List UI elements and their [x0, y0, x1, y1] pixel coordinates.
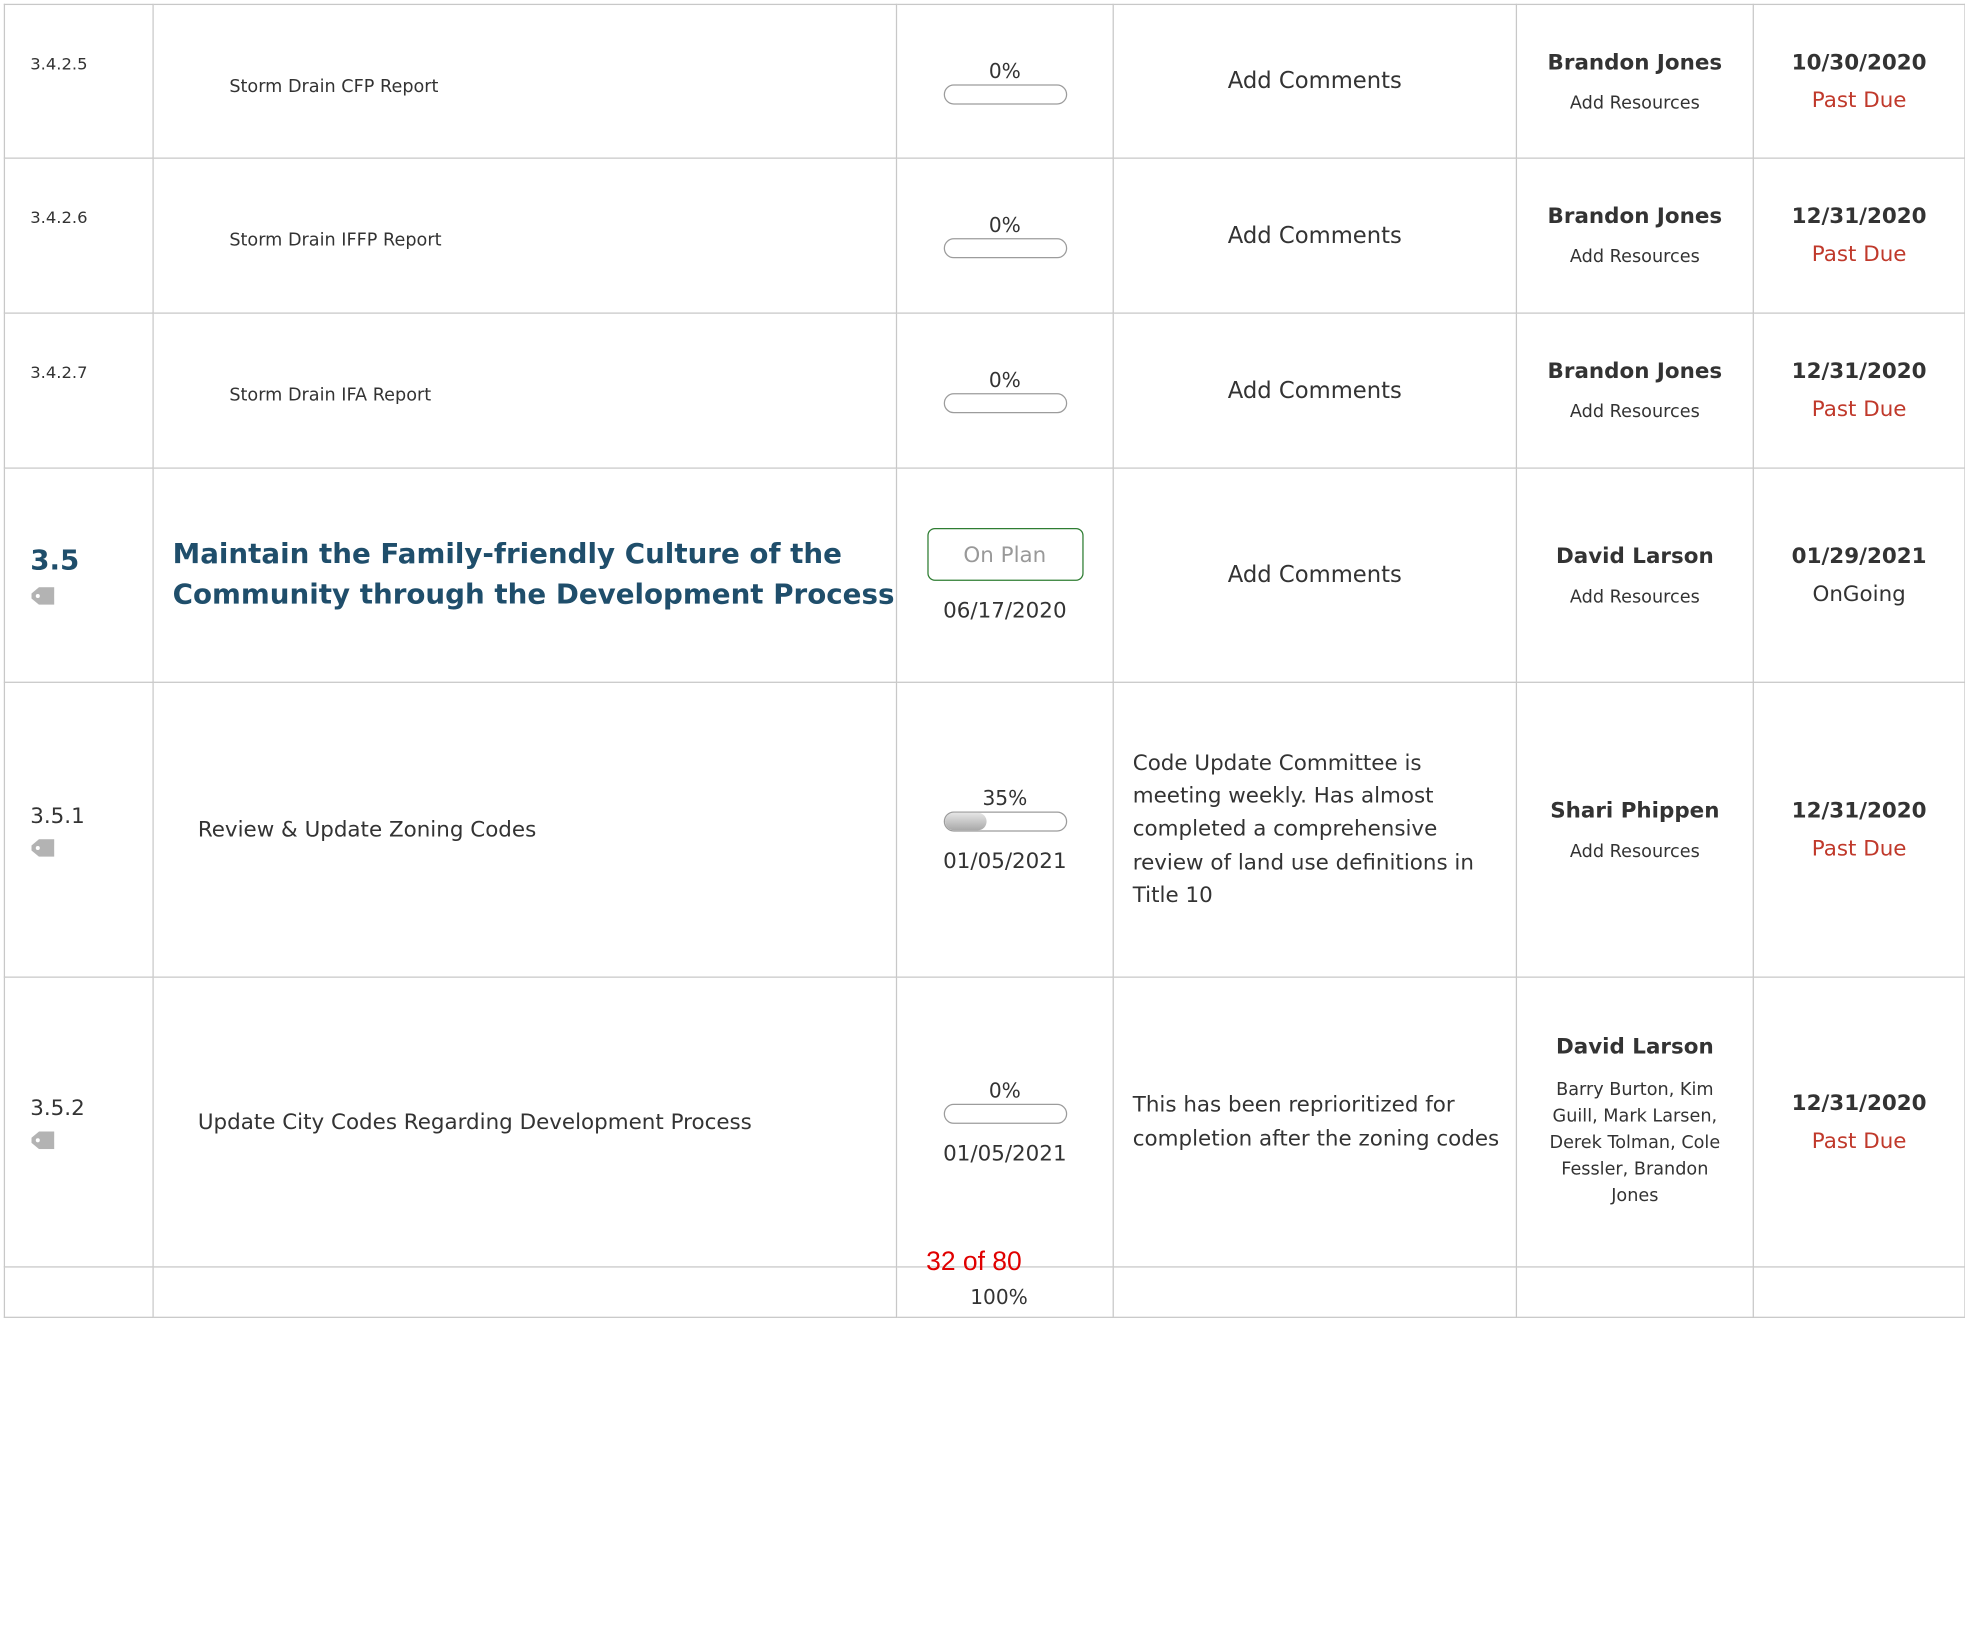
add-comments-link[interactable]: Add Comments — [1112, 3, 1518, 159]
status-cell: On Plan 06/17/2020 — [895, 467, 1114, 683]
item-title[interactable]: Storm Drain IFFP Report — [152, 157, 898, 314]
due-status: Past Due — [1811, 241, 1907, 268]
add-resources-link[interactable]: Add Resources — [1517, 247, 1753, 267]
resources-list[interactable]: Barry Burton, Kim Guill, Mark Larsen, De… — [1540, 1077, 1729, 1209]
item-number-cell: 3.5.1 — [3, 681, 154, 978]
page: 3.4.2.5 Storm Drain CFP Report 0% Add Co… — [0, 0, 1965, 1625]
item-number-cell: 3.5.2 — [3, 976, 154, 1268]
item-number: 3.4.2.5 — [3, 3, 154, 159]
progress-percent: 0% — [988, 1077, 1021, 1102]
strategic-plan-table: 3.4.2.5 Storm Drain CFP Report 0% Add Co… — [3, 3, 1965, 1318]
due-date: 12/31/2020 — [1791, 1090, 1927, 1116]
owner-cell: Shari Phippen Add Resources — [1515, 681, 1754, 978]
updated-date: 01/05/2021 — [943, 848, 1067, 874]
page-counter: 32 of 80 — [926, 1247, 1022, 1277]
item-number: 3.4.2.7 — [3, 312, 154, 469]
table-row: 3.4.2.6 Storm Drain IFFP Report 0% Add C… — [3, 157, 1965, 314]
owner-name: Shari Phippen — [1550, 798, 1720, 824]
tag-icon[interactable] — [30, 587, 55, 605]
add-comments-link[interactable]: Add Comments — [1112, 312, 1518, 469]
table-row: 3.5.1 Review & Update Zoning Codes 35% 0… — [3, 681, 1965, 978]
add-resources-link[interactable]: Add Resources — [1517, 402, 1753, 422]
owner-cell: Brandon Jones Add Resources — [1515, 157, 1754, 314]
updated-date: 06/17/2020 — [943, 597, 1067, 624]
due-cell: 01/29/2021 OnGoing — [1752, 467, 1965, 683]
due-status: Past Due — [1811, 1128, 1907, 1154]
owner-cell: David Larson Add Resources — [1515, 467, 1754, 683]
goal-number: 3.5 — [30, 545, 80, 578]
owner-name: David Larson — [1555, 543, 1714, 569]
progress-bar[interactable] — [943, 238, 1067, 259]
add-resources-link[interactable]: Add Resources — [1517, 587, 1753, 607]
tag-icon[interactable] — [30, 838, 55, 857]
progress-percent: 0% — [988, 212, 1021, 237]
due-cell: 12/31/2020 Past Due — [1752, 157, 1965, 314]
item-number: 3.5.1 — [30, 803, 85, 829]
due-cell: 10/30/2020 Past Due — [1752, 3, 1965, 159]
goal-title[interactable]: Maintain the Family-friendly Culture of … — [152, 467, 898, 683]
due-status: Past Due — [1811, 396, 1907, 423]
item-number: 3.4.2.6 — [3, 157, 154, 314]
due-status: OnGoing — [1812, 581, 1906, 607]
comment-text[interactable]: This has been reprioritized for completi… — [1112, 976, 1518, 1268]
progress-bar[interactable] — [943, 393, 1067, 414]
table-row-goal: 3.5 Maintain the Family-friendly Culture… — [3, 467, 1965, 683]
due-status: Past Due — [1811, 87, 1907, 113]
due-cell: 12/31/2020 Past Due — [1752, 312, 1965, 469]
owner-name: Brandon Jones — [1547, 204, 1723, 230]
owner-cell: Brandon Jones Add Resources — [1515, 3, 1754, 159]
progress-percent: 0% — [988, 58, 1021, 83]
add-resources-link[interactable]: Add Resources — [1517, 841, 1753, 861]
updated-date: 01/05/2021 — [943, 1140, 1067, 1167]
progress-bar[interactable] — [943, 1103, 1067, 1124]
add-resources-link[interactable]: Add Resources — [1517, 93, 1753, 113]
progress-bar[interactable] — [943, 810, 1067, 831]
progress-percent: 35% — [982, 785, 1028, 810]
item-title[interactable]: Storm Drain CFP Report — [152, 3, 898, 159]
progress-bar[interactable] — [943, 83, 1067, 104]
due-cell: 12/31/2020 Past Due — [1752, 681, 1965, 978]
progress-cell: 35% 01/05/2021 — [895, 681, 1114, 978]
comment-text[interactable]: Code Update Committee is meeting weekly.… — [1112, 681, 1518, 978]
owner-name: David Larson — [1555, 1034, 1714, 1060]
on-plan-badge[interactable]: On Plan — [926, 527, 1083, 581]
add-comments-link[interactable]: Add Comments — [1112, 467, 1518, 683]
due-date: 12/31/2020 — [1791, 798, 1927, 824]
item-title[interactable]: Review & Update Zoning Codes — [152, 681, 898, 978]
due-status: Past Due — [1811, 836, 1907, 862]
owner-cell: David Larson Barry Burton, Kim Guill, Ma… — [1515, 976, 1754, 1268]
progress-cell: 0% 01/05/2021 — [895, 976, 1114, 1268]
progress-cell: 0% — [895, 312, 1114, 469]
item-title[interactable]: Storm Drain IFA Report — [152, 312, 898, 469]
table-row: 3.4.2.5 Storm Drain CFP Report 0% Add Co… — [3, 3, 1965, 159]
item-title[interactable]: Update City Codes Regarding Development … — [152, 976, 898, 1268]
goal-number-cell: 3.5 — [3, 467, 154, 683]
item-number: 3.5.2 — [30, 1095, 85, 1121]
add-comments-link[interactable]: Add Comments — [1112, 157, 1518, 314]
cutoff-progress-percent: 100% — [970, 1285, 1028, 1310]
progress-cell: 0% — [895, 157, 1114, 314]
owner-name: Brandon Jones — [1547, 49, 1723, 75]
due-date: 12/31/2020 — [1791, 359, 1927, 385]
owner-cell: Brandon Jones Add Resources — [1515, 312, 1754, 469]
due-date: 12/31/2020 — [1791, 204, 1927, 230]
tag-icon[interactable] — [30, 1130, 55, 1149]
table-row: 3.5.2 Update City Codes Regarding Develo… — [3, 976, 1965, 1268]
owner-name: Brandon Jones — [1547, 359, 1723, 385]
progress-percent: 0% — [988, 367, 1021, 392]
table-row: 3.4.2.7 Storm Drain IFA Report 0% Add Co… — [3, 312, 1965, 469]
due-date: 01/29/2021 — [1791, 543, 1927, 569]
due-cell: 12/31/2020 Past Due — [1752, 976, 1965, 1268]
progress-cell: 0% — [895, 3, 1114, 159]
progress-fill — [944, 812, 987, 830]
due-date: 10/30/2020 — [1791, 49, 1927, 75]
